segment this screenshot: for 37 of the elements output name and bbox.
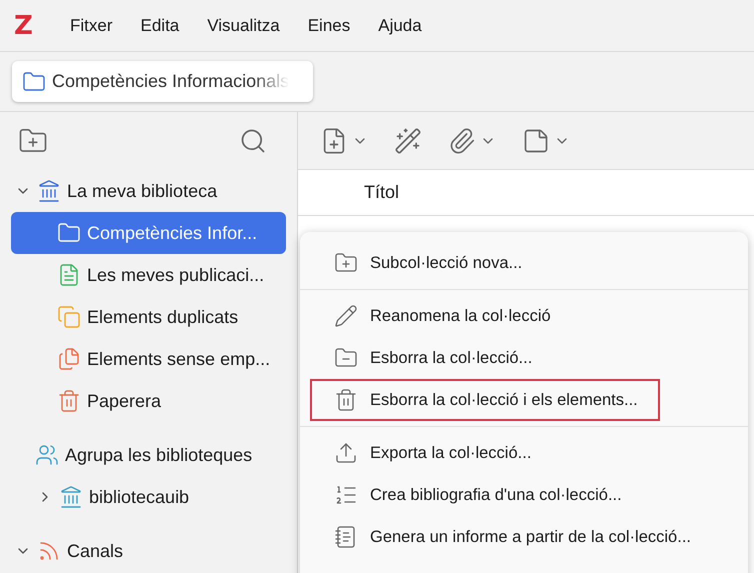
menu-item[interactable]: Edita bbox=[140, 16, 180, 36]
copies-icon bbox=[57, 305, 81, 329]
magic-wand-icon bbox=[394, 126, 422, 154]
attachment-icon bbox=[448, 126, 476, 154]
tree-item[interactable]: Paperera bbox=[11, 380, 286, 422]
app-logo: Z bbox=[14, 10, 34, 40]
pencil-icon bbox=[334, 304, 358, 328]
column-header[interactable]: Títol bbox=[364, 182, 400, 203]
files-icon bbox=[57, 347, 81, 371]
context-menu-item[interactable]: Crea bibliografia d'una col·lecció... bbox=[310, 474, 748, 516]
tree-item[interactable]: Elements duplicats bbox=[11, 296, 286, 338]
upload-icon bbox=[334, 441, 358, 465]
menu-item[interactable]: Visualitza bbox=[207, 16, 280, 36]
people-icon bbox=[35, 443, 59, 467]
tree-item[interactable]: La meva biblioteca bbox=[11, 170, 286, 212]
context-menu-item[interactable]: Exporta la col·lecció... bbox=[310, 432, 748, 474]
folder-icon bbox=[22, 70, 46, 94]
tree-item[interactable]: Competències Infor... bbox=[11, 212, 286, 254]
tree-item[interactable]: Agrupa les biblioteques bbox=[11, 434, 286, 476]
context-menu-item[interactable]: Esborra la col·lecció... bbox=[310, 337, 748, 379]
menu-item[interactable]: Fitxer bbox=[70, 16, 112, 36]
note-icon bbox=[522, 126, 550, 154]
tree-item[interactable]: Elements sense emp... bbox=[11, 338, 286, 380]
context-menu-item[interactable]: Esborra la col·lecció i els elements... bbox=[310, 379, 660, 421]
menu-item[interactable]: Eines bbox=[308, 16, 350, 36]
library-icon bbox=[37, 179, 61, 203]
trash-icon bbox=[57, 389, 81, 413]
tree-item[interactable]: Les meves publicaci... bbox=[11, 254, 286, 296]
menu-item[interactable]: Ajuda bbox=[378, 16, 422, 36]
context-menu-item[interactable]: Genera un informe a partir de la col·lecció... bbox=[310, 516, 748, 558]
context-menu-item[interactable]: Reanomena la col·lecció bbox=[310, 295, 748, 337]
tree-item[interactable]: Canals bbox=[11, 530, 286, 572]
library-icon bbox=[59, 485, 83, 509]
context-menu-item[interactable]: Subcol·lecció nova... bbox=[310, 242, 748, 284]
trash-icon bbox=[334, 388, 358, 412]
tree-item[interactable]: bibliotecauib bbox=[11, 476, 286, 518]
search-icon[interactable] bbox=[239, 127, 267, 155]
